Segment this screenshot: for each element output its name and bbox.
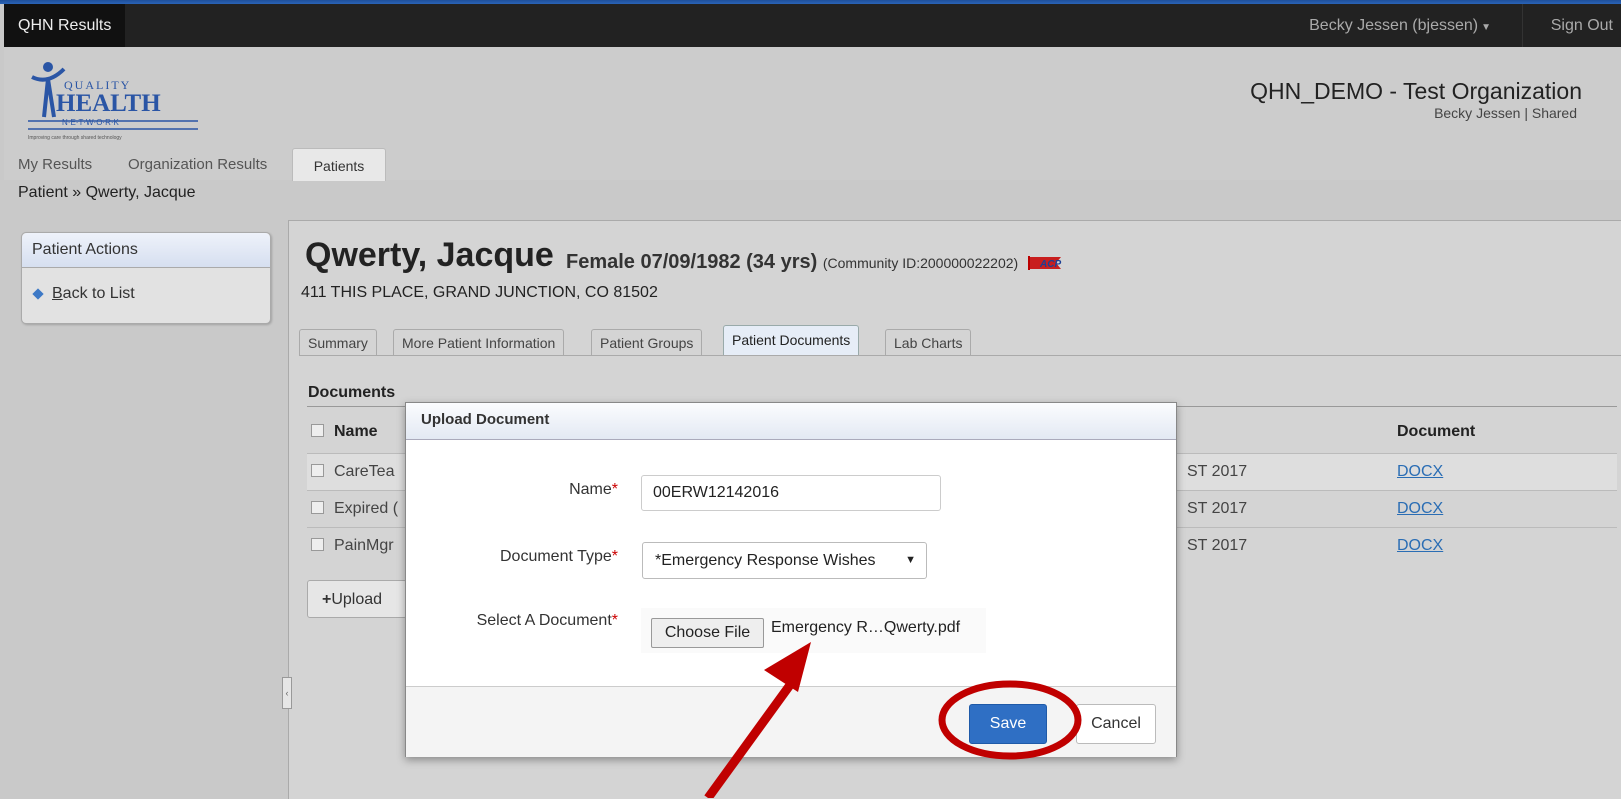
row-name: PainMgr	[311, 537, 394, 555]
document-type-label-text: Document Type	[500, 548, 612, 565]
row-document-link[interactable]: DOCX	[1397, 463, 1443, 481]
acp-flag-icon: ACP	[1027, 255, 1061, 270]
back-to-list-label: ack to List	[62, 285, 135, 302]
name-input[interactable]: 00ERW12142016	[641, 475, 941, 511]
patient-actions-title: Patient Actions	[22, 233, 270, 268]
dialog-title: Upload Document	[406, 403, 1176, 440]
quality-health-network-logo: QUALITY HEALTH N·E·T·W·O·R·K Improving c…	[28, 62, 198, 141]
dialog-footer: Save Cancel	[406, 686, 1176, 757]
row-name-text: Expired (	[334, 500, 399, 517]
nav-my-results[interactable]: My Results	[18, 156, 92, 173]
selected-file-name: Emergency R…Qwerty.pdf	[771, 619, 961, 636]
row-document-link[interactable]: DOCX	[1397, 537, 1443, 555]
documents-heading: Documents	[308, 384, 396, 401]
row-checkbox[interactable]	[311, 538, 324, 551]
column-header-name-label: Name	[334, 423, 378, 440]
user-name: Becky Jessen (bjessen)	[1309, 17, 1479, 34]
document-type-select[interactable]: *Emergency Response Wishes ▼	[642, 542, 927, 579]
name-label: Name*	[418, 481, 618, 499]
upload-button-label: Upload	[331, 591, 383, 608]
back-to-list-link[interactable]: Back to List	[32, 285, 135, 303]
required-marker: *	[611, 481, 618, 498]
nav-organization-results[interactable]: Organization Results	[128, 156, 267, 173]
select-all-checkbox[interactable]	[311, 424, 324, 437]
dropdown-arrow-icon: ▼	[905, 554, 916, 566]
required-marker: *	[611, 612, 618, 629]
row-date: ST 2017	[1187, 500, 1248, 517]
nav-patients[interactable]: Patients	[292, 148, 386, 184]
top-navbar: QHN Results Becky Jessen (bjessen) ▼ Sign…	[4, 4, 1621, 47]
choose-file-button[interactable]: Choose File	[651, 618, 764, 648]
organization-name: QHN_DEMO - Test Organization	[1250, 78, 1582, 104]
community-id: (Community ID:200000022202)	[822, 255, 1019, 271]
patient-address: 411 THIS PLACE, GRAND JUNCTION, CO 81502	[301, 284, 658, 301]
app-title[interactable]: QHN Results	[4, 4, 126, 47]
patient-name: Qwerty, Jacque	[305, 236, 554, 274]
sign-out-link[interactable]: Sign Out	[1521, 4, 1621, 47]
tab-summary[interactable]: Summary	[299, 329, 377, 356]
document-type-value: *Emergency Response Wishes	[655, 552, 876, 569]
row-date: ST 2017	[1187, 463, 1248, 480]
logo-main-text: HEALTH	[56, 90, 161, 117]
upload-document-dialog: Upload Document Name* 00ERW12142016 Docu…	[405, 402, 1177, 757]
plus-icon: +	[322, 591, 332, 608]
row-date: ST 2017	[1187, 537, 1248, 554]
document-type-label: Document Type*	[418, 548, 618, 566]
row-checkbox[interactable]	[311, 501, 324, 514]
tab-patient-documents[interactable]: Patient Documents	[723, 325, 860, 356]
row-name-text: PainMgr	[334, 537, 394, 554]
file-picker: Choose File Emergency R…Qwerty.pdf	[641, 608, 986, 653]
save-button[interactable]: Save	[969, 704, 1047, 744]
breadcrumb: Patient » Qwerty, Jacque	[4, 181, 1621, 217]
patient-actions-panel: Patient Actions Back to List	[21, 232, 271, 324]
acp-badge-text: ACP	[1039, 259, 1061, 270]
patient-sex-dob: Female 07/09/1982 (34 yrs)	[566, 251, 818, 273]
chevron-down-icon: ▼	[1481, 22, 1491, 33]
logo-tagline: Improving care through shared technology	[28, 135, 122, 141]
back-to-list-accesskey: B	[52, 285, 63, 302]
tab-more-patient-information[interactable]: More Patient Information	[393, 329, 565, 356]
logo-sub-text: N·E·T·W·O·R·K	[62, 118, 120, 127]
tab-patient-groups[interactable]: Patient Groups	[591, 329, 703, 356]
upload-button[interactable]: +Upload	[307, 580, 407, 618]
tab-divider	[299, 355, 1621, 356]
select-document-label-text: Select A Document	[476, 612, 612, 629]
cancel-button[interactable]: Cancel	[1076, 704, 1156, 744]
user-menu[interactable]: Becky Jessen (bjessen) ▼	[1309, 4, 1491, 49]
organization-user-info: Becky Jessen | Shared	[1434, 105, 1577, 121]
name-label-text: Name	[569, 481, 612, 498]
column-header-name: Name	[311, 423, 378, 441]
column-header-document: Document	[1397, 423, 1476, 440]
patient-demographics: Female 07/09/1982 (34 yrs) (Community ID…	[566, 251, 1062, 274]
diamond-bullet-icon	[32, 288, 44, 300]
row-checkbox[interactable]	[311, 464, 324, 477]
row-name: Expired (	[311, 500, 398, 518]
tab-lab-charts[interactable]: Lab Charts	[885, 329, 972, 356]
select-document-label: Select A Document*	[418, 612, 618, 630]
row-name: CareTea	[311, 463, 394, 481]
required-marker: *	[611, 548, 618, 565]
sidebar-collapse-handle[interactable]: ‹	[282, 677, 292, 709]
row-name-text: CareTea	[334, 463, 395, 480]
row-document-link[interactable]: DOCX	[1397, 500, 1443, 518]
